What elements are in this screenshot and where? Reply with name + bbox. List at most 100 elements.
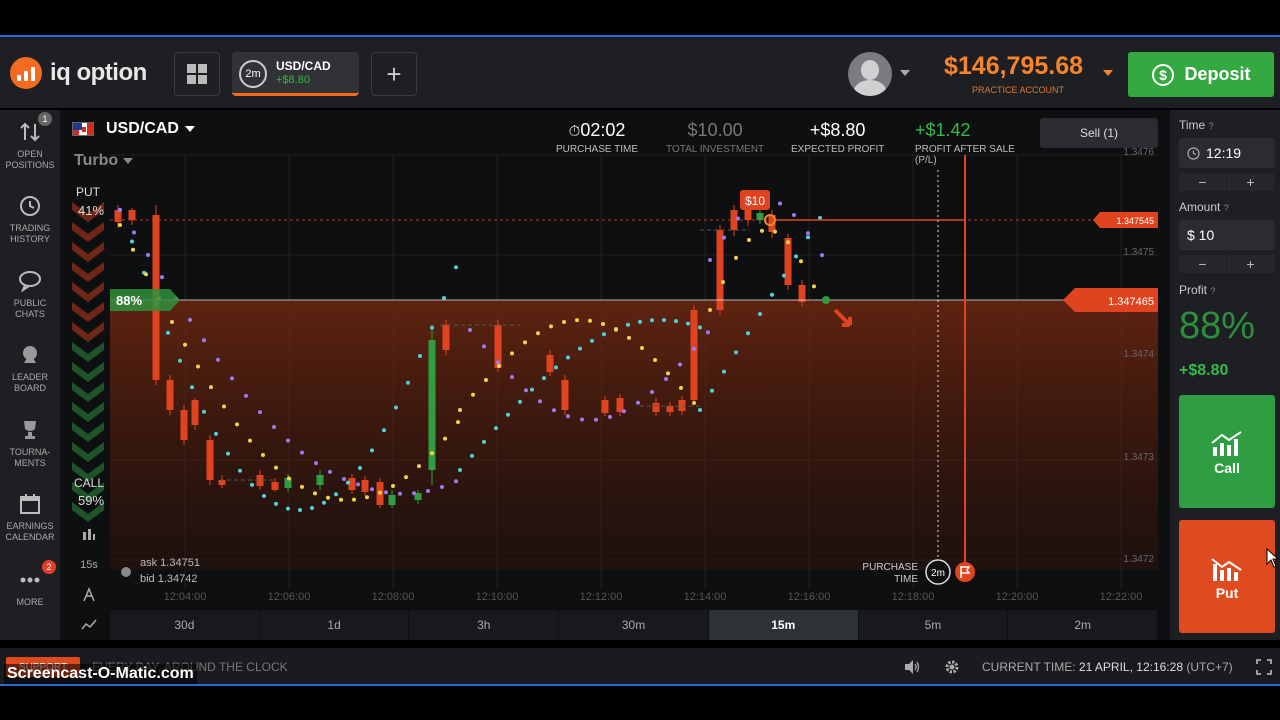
option-type-selector[interactable]: Turbo [74, 152, 134, 170]
purchase-marker-label: PURCHASE [862, 562, 918, 573]
stopwatch-icon: ⏱ [568, 123, 581, 140]
sidebar-label: CHATS [15, 309, 45, 319]
avatar[interactable] [848, 52, 892, 96]
x-axis: 12:04:00 12:06:00 12:08:00 12:10:00 12:12:00… [164, 591, 1143, 603]
timeframe-option[interactable]: 2m [1008, 610, 1159, 640]
sidebar-label: HISTORY [10, 234, 50, 244]
profit-amount: +$8.80 [1179, 362, 1229, 379]
chart-area[interactable]: $10 88% 1.347465 1.347545 1.3476 1.3475 1.… [60, 110, 1170, 640]
indicator-dot [792, 213, 796, 218]
indicator-dot [370, 487, 374, 492]
ask-bid: ask 1.34751 bid 1.34742 [140, 555, 200, 587]
timeframe-option[interactable]: 3h [409, 610, 560, 640]
candle [271, 482, 279, 490]
left-sidebar: 1 OPEN POSITIONS TRADING HISTORY PUBLIC CHA… [0, 110, 60, 640]
call-button[interactable]: Call [1179, 395, 1275, 508]
indicator-dot [497, 364, 501, 369]
indicator-dot [554, 365, 558, 370]
sidebar-item-earnings-calendar[interactable]: EARNINGS CALENDAR [0, 490, 60, 543]
timeframe-option-active[interactable]: 15m [708, 610, 859, 640]
indicator-dot [518, 399, 522, 404]
timeframe-option[interactable]: 1d [259, 610, 410, 640]
expiration-time-input[interactable]: 12:19 [1179, 138, 1275, 168]
sound-icon[interactable] [903, 659, 921, 675]
time-minus-button[interactable]: − [1179, 173, 1227, 191]
indicator-dot [258, 410, 262, 415]
sentiment-bar [72, 202, 104, 522]
candle [690, 310, 698, 400]
sidebar-item-leaderboard[interactable]: LEADER BOARD [0, 341, 60, 394]
timeframe-option[interactable]: 30m [559, 610, 709, 640]
sentiment-chevron [72, 302, 104, 322]
profile-caret-icon[interactable] [900, 70, 910, 81]
x-tick-label: 12:20:00 [996, 591, 1039, 603]
total-investment-label: TOTAL INVESTMENT [666, 144, 765, 155]
sentiment-chevron [72, 362, 104, 382]
put-button[interactable]: Put [1179, 520, 1275, 633]
price-chart[interactable]: $10 88% 1.347465 1.347545 1.3476 1.3475 1.… [60, 110, 1170, 640]
amount-minus-button[interactable]: − [1179, 255, 1227, 273]
amount-plus-button[interactable]: + [1227, 255, 1275, 273]
indicator-dot [391, 483, 395, 488]
trophy-icon [16, 416, 44, 444]
drawing-tools-icon[interactable] [74, 610, 104, 640]
indicator-dot [747, 238, 751, 243]
sidebar-item-more[interactable]: 2 MORE [0, 560, 60, 608]
timeframe-option[interactable]: 5m [858, 610, 1009, 640]
indicator-dot [549, 324, 553, 329]
indicator-dot [406, 380, 410, 385]
x-tick-label: 12:12:00 [580, 591, 623, 603]
asset-selector[interactable]: USD/CAD [72, 120, 195, 138]
indicator-dot [664, 377, 668, 382]
indicator-dot [286, 438, 290, 443]
indicator-dot [370, 448, 374, 453]
candle [546, 355, 554, 372]
indicator-dot [678, 362, 682, 367]
settings-gear-icon[interactable] [944, 659, 960, 675]
balance-caret-icon[interactable] [1103, 70, 1113, 81]
profit-after-sale-value: +$1.42 [915, 120, 971, 140]
deposit-button[interactable]: $ Deposit [1128, 52, 1274, 97]
amount-input[interactable]: $ 10 [1179, 220, 1275, 250]
sidebar-item-public-chats[interactable]: PUBLIC CHATS [0, 267, 60, 320]
indicator-dot [626, 322, 630, 327]
indicator-dot [426, 489, 430, 494]
candle [784, 238, 792, 285]
candle [798, 285, 806, 302]
sidebar-item-trading-history[interactable]: TRADING HISTORY [0, 192, 60, 245]
expected-profit-label: EXPECTED PROFIT [791, 144, 885, 155]
candle [616, 398, 624, 412]
time-plus-button[interactable]: + [1227, 173, 1275, 191]
indicator-dot [418, 353, 422, 358]
chart-type-icon[interactable] [74, 520, 104, 550]
sell-button[interactable]: Sell (1) [1040, 118, 1158, 148]
x-tick-label: 12:10:00 [476, 591, 519, 603]
indicator-dot [190, 385, 194, 390]
indicators-icon[interactable] [74, 580, 104, 610]
account-balance[interactable]: $146,795.68 [944, 52, 1083, 81]
indicator-dot [566, 414, 570, 419]
profit-percent: 88% [1179, 305, 1256, 347]
indicator-dot [226, 451, 230, 456]
sidebar-item-tournaments[interactable]: TOURNA- MENTS [0, 416, 60, 469]
indicator-dot [188, 317, 192, 322]
indicator-dot [530, 387, 534, 392]
indicator-dot [580, 417, 584, 422]
indicator-dot [430, 451, 434, 456]
indicator-dot [608, 414, 612, 419]
y-tick-label: 1.3472 [1123, 554, 1154, 565]
indicator-dot [458, 468, 462, 472]
current-time-value: 21 APRIL, 12:16:28 [1078, 660, 1183, 674]
add-asset-button[interactable]: + [371, 52, 417, 96]
indicator-dot [202, 409, 206, 414]
fullscreen-icon[interactable] [1256, 659, 1272, 675]
sidebar-item-open-positions[interactable]: 1 OPEN POSITIONS [0, 112, 60, 171]
indicator-dot [454, 479, 458, 484]
timeframe-option[interactable]: 30d [110, 610, 260, 640]
candle-size-button[interactable]: 15s [74, 550, 104, 580]
indicator-dot [721, 280, 725, 285]
indicator-dot [710, 388, 714, 393]
logo[interactable]: iq option [10, 57, 147, 89]
asset-tab-usdcad[interactable]: 2m USD/CAD +$8.80 [232, 52, 359, 96]
assets-grid-button[interactable] [174, 52, 220, 96]
